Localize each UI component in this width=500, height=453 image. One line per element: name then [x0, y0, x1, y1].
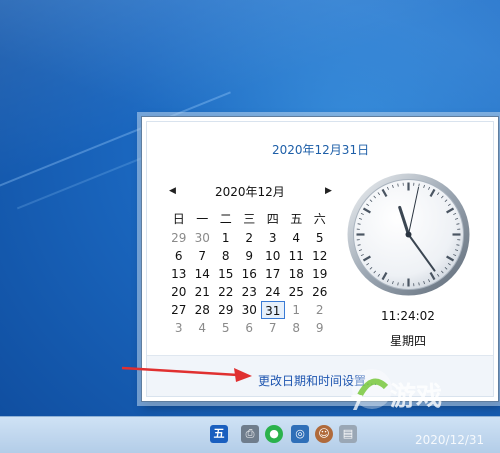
weekday-label: 五 [290, 212, 303, 226]
calendar-day[interactable]: 7 [261, 319, 285, 337]
analog-clock [347, 173, 470, 296]
calendar-day[interactable]: 3 [261, 229, 285, 247]
printer-icon[interactable]: ⎙ [241, 425, 259, 443]
wechat-icon[interactable]: ● [265, 425, 283, 443]
calendar-day[interactable]: 15 [214, 265, 238, 283]
calendar-day[interactable]: 29 [214, 301, 238, 319]
calendar-day[interactable]: 16 [238, 265, 262, 283]
calendar-month-title[interactable]: 2020年12月 [215, 183, 285, 200]
calendar-day[interactable]: 23 [238, 283, 262, 301]
calendar-day[interactable]: 5 [214, 319, 238, 337]
calendar-day[interactable]: 13 [167, 265, 191, 283]
calendar-day[interactable]: 4 [191, 319, 215, 337]
calendar-day[interactable]: 9 [308, 319, 332, 337]
calendar-day[interactable]: 26 [308, 283, 332, 301]
calendar-day[interactable]: 12 [308, 247, 332, 265]
weekday-label: 一 [196, 212, 209, 226]
user-icon[interactable]: ☺ [315, 425, 333, 443]
site-watermark-logo: 游戏 7 [350, 369, 442, 415]
weekday-text: 星期四 [390, 334, 427, 348]
calendar-day[interactable]: 2 [308, 301, 332, 319]
calendar-day[interactable]: 9 [238, 247, 262, 265]
svg-text:游戏: 游戏 [390, 382, 442, 412]
calendar-day[interactable]: 28 [191, 301, 215, 319]
calendar-day[interactable]: 6 [167, 247, 191, 265]
calendar-day[interactable]: 20 [167, 283, 191, 301]
weekday-label: 二 [219, 212, 232, 226]
calendar-day[interactable]: 7 [191, 247, 215, 265]
calendar-day[interactable]: 3 [167, 319, 191, 337]
ime-icon[interactable]: 五 [210, 425, 228, 443]
calendar-day[interactable]: 8 [214, 247, 238, 265]
calendar-day[interactable]: 21 [191, 283, 215, 301]
svg-text:7: 7 [350, 391, 364, 415]
red-arrow-annotation [121, 366, 252, 382]
calendar-day[interactable]: 17 [261, 265, 285, 283]
weekday-label: 六 [313, 212, 326, 226]
calendar-day[interactable]: 14 [191, 265, 215, 283]
calendar-day[interactable]: 10 [261, 247, 285, 265]
next-month-arrow-icon[interactable]: ▶ [325, 186, 332, 196]
watermark-date: 2020/12/31 [415, 433, 485, 447]
clock-center [405, 231, 412, 238]
prev-month-arrow-icon[interactable]: ◀ [169, 186, 176, 196]
calendar-day[interactable]: 6 [238, 319, 262, 337]
calendar-day-today[interactable]: 31 [261, 301, 285, 319]
calendar-day[interactable]: 11 [285, 247, 309, 265]
calendar-day[interactable]: 8 [285, 319, 309, 337]
calendar-day[interactable]: 30 [191, 229, 215, 247]
weekday-label: 日 [172, 212, 185, 226]
calendar-day[interactable]: 18 [285, 265, 309, 283]
calendar-day[interactable]: 2 [238, 229, 262, 247]
calendar-day[interactable]: 30 [238, 301, 262, 319]
calendar-day[interactable]: 22 [214, 283, 238, 301]
calendar-day[interactable]: 24 [261, 283, 285, 301]
calendar-day[interactable]: 1 [214, 229, 238, 247]
calendar-day[interactable]: 4 [285, 229, 309, 247]
tray-more-icon[interactable]: ▤ [339, 425, 357, 443]
calendar-day[interactable]: 19 [308, 265, 332, 283]
popup-inner: 2020年12月31日 ◀ 2020年12月 ▶ 日 一 二 三 四 五 六 2… [146, 121, 494, 397]
calendar-day[interactable]: 27 [167, 301, 191, 319]
weekday-header: 日 一 二 三 四 五 六 [167, 210, 332, 227]
calendar-day[interactable]: 1 [285, 301, 309, 319]
weekday-label: 四 [266, 212, 279, 226]
calendar-day[interactable]: 29 [167, 229, 191, 247]
calendar-grid: 29 30 1 2 3 4 5 6 7 8 9 10 11 12 13 14 1… [167, 229, 332, 337]
calendar-day[interactable]: 25 [285, 283, 309, 301]
network-icon[interactable]: ◎ [291, 425, 309, 443]
long-date-header[interactable]: 2020年12月31日 [272, 141, 369, 158]
digital-time: 11:24:02 [381, 309, 435, 323]
weekday-label: 三 [243, 212, 256, 226]
calendar-day[interactable]: 5 [308, 229, 332, 247]
